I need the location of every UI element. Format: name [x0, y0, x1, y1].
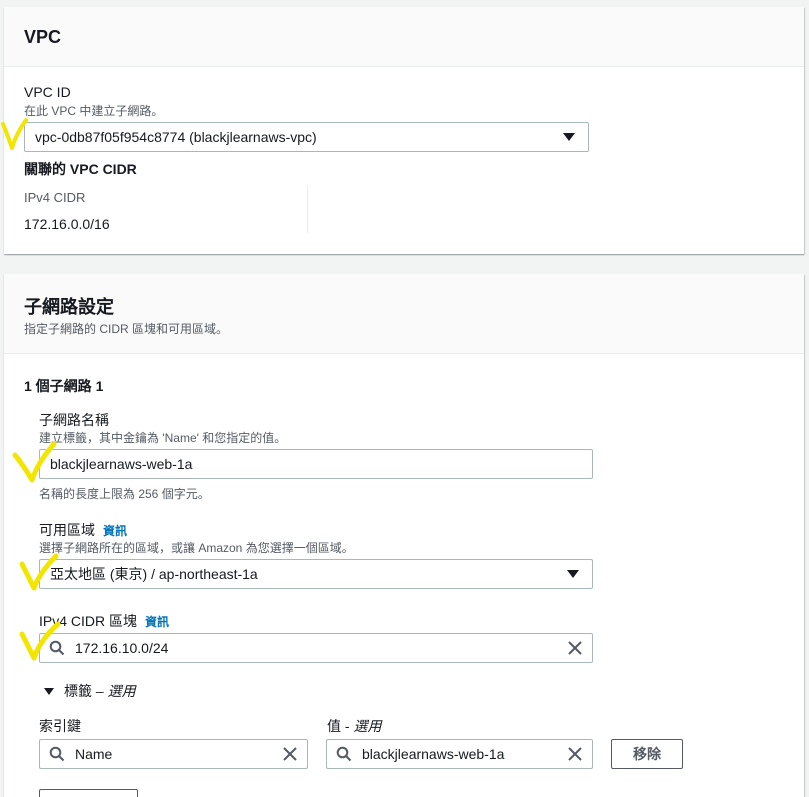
vpc-id-select-value: vpc-0db87f05f954c8774 (blackjlearnaws-vp…	[35, 129, 317, 145]
subnet-settings-panel: 子網路設定 指定子網路的 CIDR 區塊和可用區域。 1 個子網路 1 子網路名…	[4, 274, 804, 797]
vpc-panel: VPC VPC ID 在此 VPC 中建立子網路。 vpc-0db87f05f9…	[4, 7, 804, 254]
az-label: 可用區域	[39, 522, 95, 538]
az-select[interactable]: 亞太地區 (東京) / ap-northeast-1a	[39, 559, 593, 589]
subnet-name-description: 建立標籤，其中金鑰為 'Name' 和您指定的值。	[39, 431, 287, 445]
cidr-input[interactable]: 172.16.10.0/24	[39, 633, 593, 663]
tags-toggle-label: 標籤	[64, 683, 92, 699]
tags-toggle-optional: – 選用	[95, 683, 136, 699]
checkmark-annotation	[1, 118, 28, 150]
vpc-id-select[interactable]: vpc-0db87f05f954c8774 (blackjlearnaws-vp…	[24, 122, 589, 152]
az-label-row: 可用區域 資訊	[39, 520, 127, 540]
search-icon	[49, 746, 65, 762]
tag-key-input-value: Name	[75, 746, 113, 762]
subnet-heading: 1 個子網路 1	[24, 378, 104, 394]
clear-icon[interactable]	[568, 641, 582, 655]
tag-key-label: 索引鍵	[39, 718, 81, 734]
vpc-id-label: VPC ID	[24, 84, 71, 100]
cidr-input-value: 172.16.10.0/24	[75, 640, 169, 656]
vpc-panel-title: VPC	[24, 27, 62, 47]
caret-down-icon	[567, 570, 579, 578]
az-info-link[interactable]: 資訊	[103, 524, 127, 538]
subnet-panel-header: 子網路設定 指定子網路的 CIDR 區塊和可用區域。	[4, 274, 804, 354]
subnet-name-input[interactable]: blackjlearnaws-web-1a	[39, 449, 593, 479]
subnet-name-label: 子網路名稱	[39, 412, 109, 428]
az-select-value: 亞太地區 (東京) / ap-northeast-1a	[50, 566, 258, 582]
search-icon	[336, 746, 352, 762]
column-divider	[307, 185, 308, 233]
vpc-cidr-heading: 關聯的 VPC CIDR	[24, 161, 137, 177]
tag-value-label-row: 值 - 選用	[327, 716, 381, 736]
tag-value-label: 值 -	[327, 718, 354, 734]
tag-key-input[interactable]: Name	[39, 739, 308, 769]
az-description: 選擇子網路所在的區域，或讓 Amazon 為您選擇一個區域。	[39, 541, 354, 555]
clear-icon[interactable]	[283, 747, 297, 761]
tag-value-input-value: blackjlearnaws-web-1a	[362, 746, 505, 762]
subnet-panel-title: 子網路設定	[24, 297, 114, 317]
clear-icon[interactable]	[568, 747, 582, 761]
subnet-panel-description: 指定子網路的 CIDR 區塊和可用區域。	[24, 322, 229, 336]
ipv4-cidr-label: IPv4 CIDR	[24, 190, 86, 205]
cidr-info-link[interactable]: 資訊	[145, 615, 169, 629]
checkmark-annotation	[19, 553, 59, 591]
tag-value-optional: 選用	[353, 718, 382, 734]
caret-down-icon	[44, 687, 54, 695]
tags-toggle[interactable]: 標籤 – 選用	[44, 681, 136, 701]
subnet-name-hint: 名稱的長度上限為 256 個字元。	[39, 487, 210, 501]
subnet-name-input-value: blackjlearnaws-web-1a	[50, 456, 193, 472]
checkmark-annotation	[12, 441, 57, 483]
tag-value-input[interactable]: blackjlearnaws-web-1a	[326, 739, 593, 769]
checkmark-annotation	[19, 621, 61, 661]
add-tag-button[interactable]	[39, 789, 138, 797]
vpc-panel-header: VPC	[4, 7, 804, 67]
caret-down-icon	[563, 133, 575, 141]
vpc-id-description: 在此 VPC 中建立子網路。	[24, 104, 164, 118]
ipv4-cidr-value: 172.16.0.0/16	[24, 216, 110, 232]
remove-tag-button[interactable]: 移除	[611, 739, 683, 769]
